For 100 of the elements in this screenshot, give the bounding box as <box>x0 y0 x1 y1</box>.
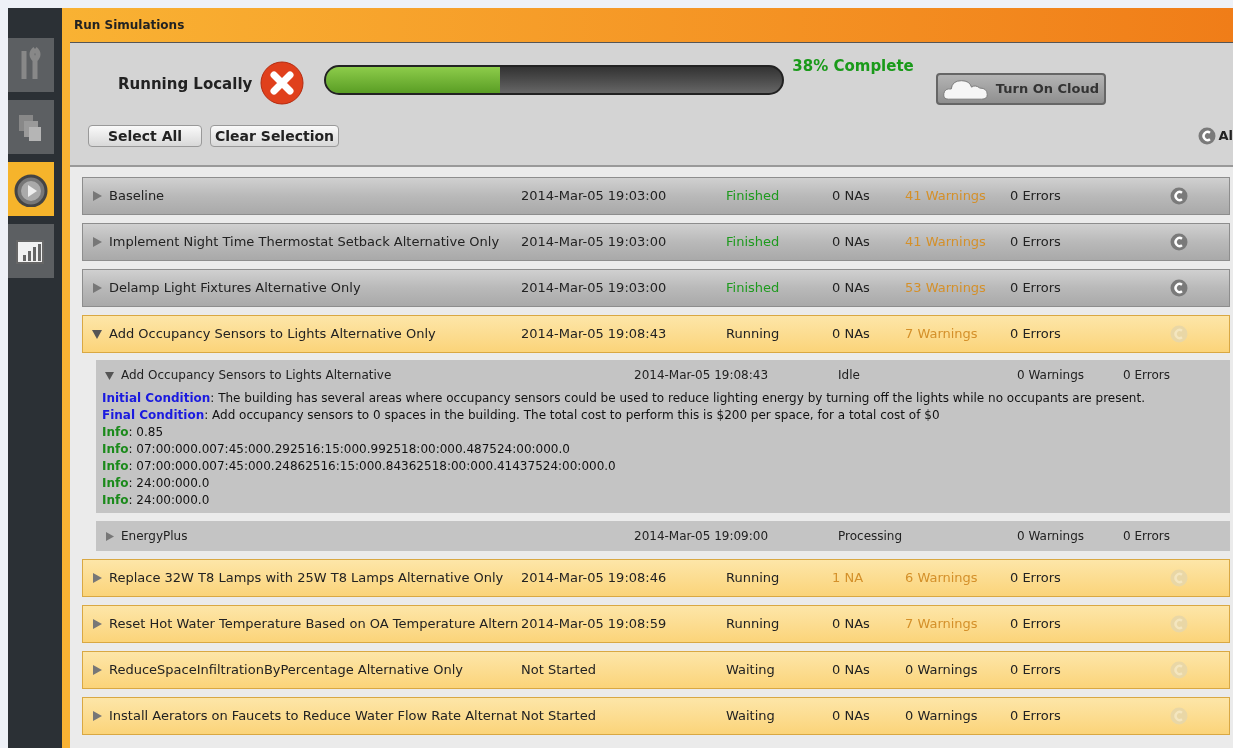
cancel-icon <box>1170 569 1188 587</box>
error-count: 0 Errors <box>1010 187 1062 206</box>
timestamp: 2014-Mar-05 19:03:00 <box>521 233 668 252</box>
status-text: Idle <box>838 367 861 384</box>
simulation-name: Replace 32W T8 Lamps with 25W T8 Lamps Alternative Only <box>109 569 505 588</box>
warning-count: 7 Warnings <box>905 615 979 634</box>
cancel-icon <box>1170 279 1188 297</box>
error-count: 0 Errors <box>1123 367 1170 384</box>
status-text: Running <box>726 325 781 344</box>
warning-count: 53 Warnings <box>905 279 987 298</box>
status-text: Running <box>726 615 781 634</box>
nav-tab[interactable] <box>8 100 54 154</box>
expanded-triangle-icon <box>104 369 115 381</box>
close-icon <box>260 61 305 105</box>
log-message: Initial Condition: The building has several areas where occupancy sensors could be used to reduce lighting energy by turning off the lights while no occupants are present. <box>102 390 1146 407</box>
step-name: EnergyPlus <box>121 528 189 545</box>
collapsed-triangle-icon <box>91 190 103 202</box>
status-text: Finished <box>726 233 781 252</box>
cancel-button[interactable] <box>1170 279 1188 297</box>
status-text: Finished <box>726 279 781 298</box>
na-count: 0 NAs <box>832 707 871 726</box>
error-count: 0 Errors <box>1010 279 1062 298</box>
timestamp: 2014-Mar-05 19:08:43 <box>521 325 668 344</box>
turn-on-cloud-button[interactable]: Turn On Cloud <box>935 73 1106 105</box>
na-count: 1 NA <box>832 569 865 588</box>
log-message: Info: 07:00:000.007:45:000.292516:15:000.992518:00:000.487524:00:000.0 <box>102 441 571 458</box>
timestamp: 2014-Mar-05 19:08:46 <box>521 569 668 588</box>
clear-selection-button[interactable]: Clear Selection <box>210 125 340 147</box>
warning-count: 0 Warnings <box>905 707 979 726</box>
cancel-button[interactable] <box>1170 187 1188 205</box>
simulation-row[interactable]: ReduceSpaceInfiltrationByPercentage Alternative Only Not Started Waiting 0 NAs 0 Warnings 0 Errors <box>82 651 1230 689</box>
status-text: Waiting <box>726 661 776 680</box>
error-count: 0 Errors <box>1010 233 1062 252</box>
simulation-name: Delamp Light Fixtures Alternative Only <box>109 279 362 298</box>
cancel-icon <box>1170 615 1188 633</box>
step-name: Add Occupancy Sensors to Lights Alternative <box>121 367 393 384</box>
warning-count: 41 Warnings <box>905 233 987 252</box>
simulation-name: Implement Night Time Thermostat Setback Alternative Only <box>109 233 501 252</box>
status-text: Running <box>726 569 781 588</box>
warning-count: 6 Warnings <box>905 569 979 588</box>
status-text: Processing <box>838 528 904 545</box>
cancel-icon <box>1170 661 1188 679</box>
warning-count: 0 Warnings <box>1017 367 1086 384</box>
nav-tab[interactable] <box>8 224 54 278</box>
collapsed-triangle-icon <box>104 530 115 542</box>
window-title: Run Simulations <box>74 17 185 34</box>
error-count: 0 Errors <box>1010 707 1062 726</box>
run-mode-label: Running Locally <box>118 74 253 95</box>
warning-count: 7 Warnings <box>905 325 979 344</box>
error-count: 0 Errors <box>1010 569 1062 588</box>
select-all-button[interactable]: Select All <box>88 125 202 147</box>
simulation-row[interactable]: Delamp Light Fixtures Alternative Only 2014-Mar-05 19:03:00 Finished 0 NAs 53 Warnings 0 Errors <box>82 269 1230 307</box>
step-row[interactable]: EnergyPlus 2014-Mar-05 19:09:00 Processing 0 Warnings 0 Errors <box>96 521 1230 551</box>
collapsed-triangle-icon <box>91 710 103 722</box>
status-text: Waiting <box>726 707 776 726</box>
timestamp: 2014-Mar-05 19:03:00 <box>521 187 668 206</box>
cancel-icon <box>1170 325 1188 343</box>
simulation-row[interactable]: Implement Night Time Thermostat Setback Alternative Only 2014-Mar-05 19:03:00 Finished 0 NAs 41 Warnings 0 Errors <box>82 223 1230 261</box>
warning-count: 0 Warnings <box>1017 528 1086 545</box>
error-count: 0 Errors <box>1010 615 1062 634</box>
warning-count: 0 Warnings <box>905 661 979 680</box>
na-count: 0 NAs <box>832 661 871 680</box>
na-count: 0 NAs <box>832 279 871 298</box>
collapsed-triangle-icon <box>91 664 103 676</box>
error-count: 0 Errors <box>1010 661 1062 680</box>
timestamp: Not Started <box>521 661 597 680</box>
simulation-row[interactable]: Install Aerators on Faucets to Reduce Water Flow Rate Alternat Not Started Waiting 0 NAs 0 Warnings 0 Errors <box>82 697 1230 735</box>
collapsed-triangle-icon <box>91 572 103 584</box>
simulation-name: Install Aerators on Faucets to Reduce Water Flow Rate Alternat <box>109 707 519 726</box>
timestamp: Not Started <box>521 707 597 726</box>
cloud-icon <box>941 77 990 101</box>
stop-button[interactable] <box>260 61 305 105</box>
na-count: 0 NAs <box>832 233 871 252</box>
cancel-button[interactable] <box>1170 233 1188 251</box>
simulation-row[interactable]: Add Occupancy Sensors to Lights Alternative Only 2014-Mar-05 19:08:43 Running 0 NAs 7 Warnings 0 Errors <box>82 315 1230 353</box>
cancel-icon <box>1170 707 1188 725</box>
cancel-all-button[interactable]: Al <box>1198 126 1233 146</box>
simulation-name: Baseline <box>109 187 166 206</box>
progress-reading: 38% Complete <box>792 56 914 77</box>
error-count: 0 Errors <box>1010 325 1062 344</box>
nav-tab[interactable] <box>8 162 54 216</box>
timestamp: 2014-Mar-05 19:09:00 <box>634 528 770 545</box>
simulation-name: Add Occupancy Sensors to Lights Alternative Only <box>109 325 437 344</box>
warning-count: 41 Warnings <box>905 187 987 206</box>
timestamp: 2014-Mar-05 19:08:43 <box>634 367 770 384</box>
status-text: Finished <box>726 187 781 206</box>
log-message: Info: 24:00:000.0 <box>102 475 211 492</box>
timestamp: 2014-Mar-05 19:08:59 <box>521 615 668 634</box>
simulation-row[interactable]: Baseline 2014-Mar-05 19:03:00 Finished 0 NAs 41 Warnings 0 Errors <box>82 177 1230 215</box>
step-row[interactable]: Add Occupancy Sensors to Lights Alternative 2014-Mar-05 19:08:43 Idle 0 Warnings 0 Errors <box>96 360 1230 390</box>
error-count: 0 Errors <box>1123 528 1170 545</box>
cancel-icon <box>1198 127 1217 145</box>
simulation-row[interactable]: Replace 32W T8 Lamps with 25W T8 Lamps Alternative Only 2014-Mar-05 19:08:46 Running 1 NA 6 Warnings 0 Errors <box>82 559 1230 597</box>
na-count: 0 NAs <box>832 187 871 206</box>
na-count: 0 NAs <box>832 325 871 344</box>
expanded-triangle-icon <box>91 328 103 340</box>
cancel-icon <box>1170 187 1188 205</box>
cancel-icon <box>1170 233 1188 251</box>
collapsed-triangle-icon <box>91 236 103 248</box>
simulation-row[interactable]: Reset Hot Water Temperature Based on OA Temperature Altern 2014-Mar-05 19:08:59 Running 0 NAs 7 Warnings 0 Errors <box>82 605 1230 643</box>
